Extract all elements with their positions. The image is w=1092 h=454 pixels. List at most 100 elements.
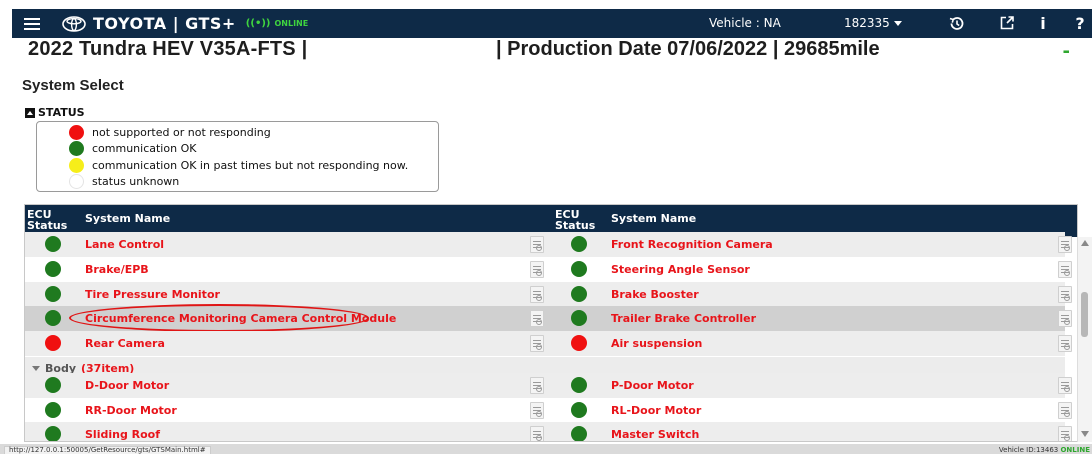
document-icon[interactable] <box>1058 377 1072 394</box>
minimize-indicator[interactable]: - <box>1063 41 1070 62</box>
scroll-down-arrow-icon[interactable] <box>1081 431 1089 437</box>
status-legend: not supported or not responding communic… <box>36 121 439 192</box>
system-name-header: System Name <box>611 212 697 225</box>
legend-item: status unknown <box>37 174 438 191</box>
document-icon[interactable] <box>1058 426 1072 441</box>
info-icon[interactable]: i <box>1033 13 1053 33</box>
red-status-dot-icon <box>69 124 84 140</box>
status-vehicle-id: Vehicle ID:13463 ONLINE <box>999 446 1090 454</box>
vehicle-id-value: 182335 <box>844 16 890 30</box>
scroll-up-arrow-icon[interactable] <box>1081 240 1089 246</box>
document-icon[interactable] <box>530 310 544 327</box>
table-row[interactable]: Brake/EPB Steering Angle Sensor <box>25 257 1072 282</box>
system-name-link[interactable]: Trailer Brake Controller <box>611 312 756 325</box>
system-name-link[interactable]: Master Switch <box>611 428 699 441</box>
status-url: http://127.0.0.1:50005/GetResource/gts/G… <box>4 446 211 454</box>
header-text: Status <box>555 219 596 232</box>
chevron-down-icon <box>893 21 902 26</box>
ecu-status-dot-icon <box>45 261 61 277</box>
system-name-link[interactable]: D-Door Motor <box>85 379 169 392</box>
system-name-link[interactable]: Rear Camera <box>85 337 165 350</box>
ecu-status-header: ECU Status <box>555 209 595 231</box>
ecu-status-dot-icon <box>45 310 61 326</box>
vehicle-id-dropdown[interactable]: 182335 <box>844 16 902 30</box>
document-icon[interactable] <box>1058 335 1072 352</box>
online-status: ONLINE <box>1060 446 1090 454</box>
online-indicator: ((•)) ONLINE <box>246 18 308 29</box>
ecu-status-dot-icon <box>571 310 587 326</box>
app-brand-title: TOYOTA | GTS+ <box>93 14 236 33</box>
legend-item: communication OK <box>37 141 438 158</box>
system-name-link[interactable]: RL-Door Motor <box>611 404 701 417</box>
system-name-link[interactable]: Steering Angle Sensor <box>611 263 750 276</box>
document-icon[interactable] <box>530 426 544 441</box>
system-name-link[interactable]: Front Recognition Camera <box>611 238 773 251</box>
ecu-status-dot-icon <box>571 261 587 277</box>
collapse-arrow-icon[interactable] <box>32 366 40 371</box>
ecu-status-dot-icon <box>571 377 587 393</box>
header-text: Status <box>27 219 68 232</box>
vehicle-id-text: Vehicle ID:13463 <box>998 446 1059 454</box>
document-icon[interactable] <box>530 377 544 394</box>
status-label: STATUS <box>38 106 85 119</box>
history-icon[interactable] <box>946 13 966 33</box>
system-name-link[interactable]: Circumference Monitoring Camera Control … <box>85 312 396 325</box>
document-icon[interactable] <box>530 236 544 253</box>
document-icon[interactable] <box>1058 402 1072 419</box>
system-name-link[interactable]: Lane Control <box>85 238 164 251</box>
system-name-link[interactable]: Tire Pressure Monitor <box>85 288 220 301</box>
table-scrollbar[interactable] <box>1077 237 1092 442</box>
vehicle-label: Vehicle : NA <box>709 16 781 30</box>
ecu-status-dot-icon <box>571 286 587 302</box>
table-row[interactable]: Sliding Roof Master Switch <box>25 422 1072 441</box>
legend-text: not supported or not responding <box>92 125 271 139</box>
table-row[interactable]: RR-Door Motor RL-Door Motor <box>25 398 1072 423</box>
help-icon[interactable]: ? <box>1070 13 1090 33</box>
document-icon[interactable] <box>1058 261 1072 278</box>
toyota-logo: TOYOTA | GTS+ <box>62 14 236 33</box>
document-icon[interactable] <box>1058 286 1072 303</box>
table-row-selected[interactable]: Circumference Monitoring Camera Control … <box>25 306 1072 331</box>
external-link-icon[interactable] <box>997 13 1017 33</box>
legend-text: communication OK <box>92 142 197 156</box>
table-row[interactable]: Tire Pressure Monitor Brake Booster <box>25 282 1072 307</box>
broadcast-icon: ((•)) <box>245 18 271 29</box>
ecu-status-header: ECU Status <box>27 209 67 231</box>
system-name-link[interactable]: P-Door Motor <box>611 379 694 392</box>
system-name-link[interactable]: Brake/EPB <box>85 263 149 276</box>
document-icon[interactable] <box>1058 310 1072 327</box>
system-name-link[interactable]: Brake Booster <box>611 288 699 301</box>
legend-item: communication OK in past times but not r… <box>37 157 438 174</box>
system-name-link[interactable]: Sliding Roof <box>85 428 160 441</box>
system-name-header: System Name <box>85 212 171 225</box>
scroll-thumb[interactable] <box>1081 292 1088 337</box>
document-icon[interactable] <box>530 335 544 352</box>
ecu-status-dot-icon <box>45 335 61 351</box>
status-collapse-toggle[interactable]: STATUS <box>25 106 85 119</box>
document-icon[interactable] <box>530 261 544 278</box>
table-row[interactable]: Lane Control Front Recognition Camera <box>25 232 1072 257</box>
system-name-link[interactable]: Air suspension <box>611 337 702 350</box>
table-row[interactable]: Rear Camera Air suspension <box>25 331 1072 356</box>
yellow-status-dot-icon <box>69 157 84 173</box>
legend-text: communication OK in past times but not r… <box>92 158 409 172</box>
ecu-status-dot-icon <box>45 286 61 302</box>
production-info: | Production Date 07/06/2022 | 29685mile <box>496 38 880 60</box>
toyota-emblem-icon <box>62 15 86 32</box>
hamburger-menu-icon[interactable] <box>24 17 40 30</box>
ecu-status-dot-icon <box>45 402 61 418</box>
document-icon[interactable] <box>1058 236 1072 253</box>
page-title: System Select <box>22 77 124 94</box>
ecu-status-dot-icon <box>45 426 61 441</box>
document-icon[interactable] <box>530 402 544 419</box>
legend-item: not supported or not responding <box>37 124 438 141</box>
ecu-status-dot-icon <box>571 426 587 441</box>
white-status-dot-icon <box>69 174 84 190</box>
legend-text: status unknown <box>92 175 180 189</box>
online-label: ONLINE <box>274 19 309 28</box>
top-navigation-bar: TOYOTA | GTS+ ((•)) ONLINE Vehicle : NA … <box>12 9 1092 38</box>
table-row[interactable]: D-Door Motor P-Door Motor <box>25 373 1072 398</box>
ecu-status-dot-icon <box>571 236 587 252</box>
system-name-link[interactable]: RR-Door Motor <box>85 404 177 417</box>
document-icon[interactable] <box>530 286 544 303</box>
